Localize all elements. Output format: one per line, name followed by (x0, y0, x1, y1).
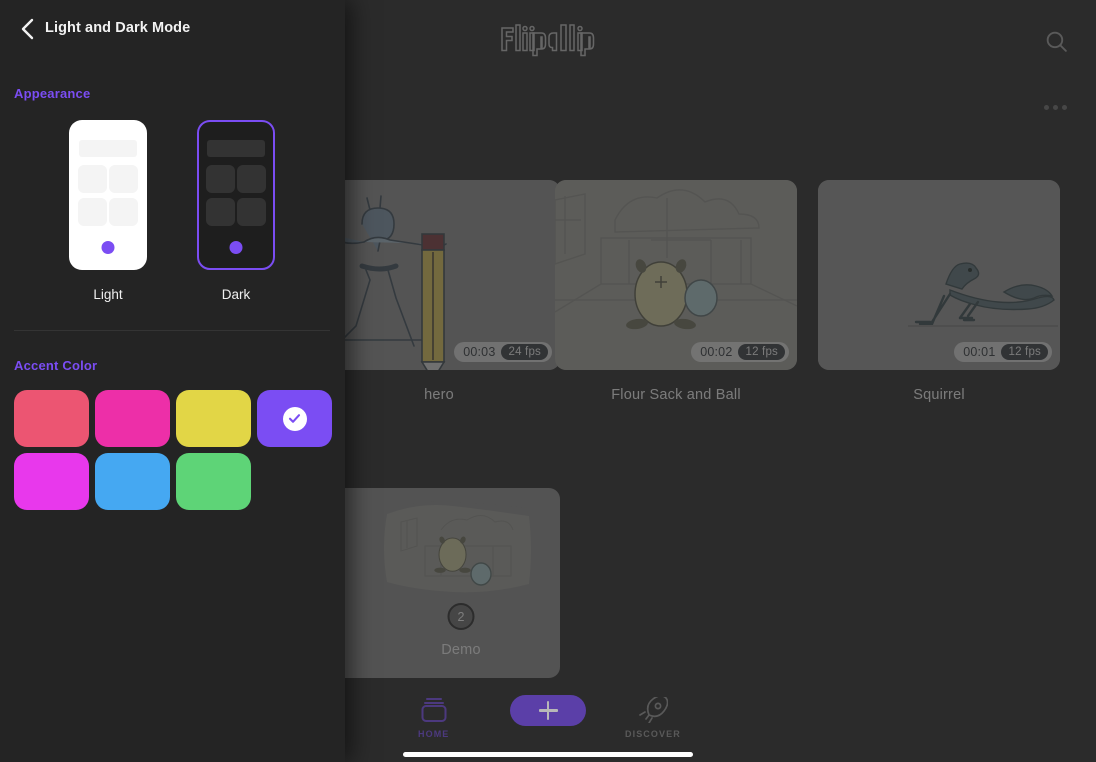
preview-tile (206, 198, 235, 226)
dark-theme-preview (197, 120, 275, 270)
stacked-cards-icon (421, 698, 447, 722)
accent-swatch-3[interactable] (257, 390, 332, 447)
project-fps: 24 fps (501, 344, 548, 360)
project-thumbnail: 00:03 24 fps (318, 180, 560, 370)
section-divider (14, 330, 330, 331)
accent-swatch-4[interactable] (14, 453, 89, 510)
project-thumbnail: 00:02 12 fps (555, 180, 797, 370)
theme-option-light[interactable]: Light (52, 120, 164, 302)
page-title: Light and Dark Mode (45, 20, 191, 36)
project-folder-demo[interactable]: 2 Demo (340, 488, 582, 658)
preview-tile (109, 198, 138, 226)
search-icon[interactable] (1044, 29, 1069, 54)
preview-tile (237, 165, 266, 193)
accent-swatch-5[interactable] (95, 453, 170, 510)
plus-icon (538, 701, 558, 720)
accent-swatch-2[interactable] (176, 390, 251, 447)
home-indicator (403, 752, 693, 757)
project-duration: 00:01 (963, 345, 996, 359)
theme-option-dark[interactable]: Dark (180, 120, 292, 302)
more-options-icon[interactable] (1044, 105, 1067, 110)
preview-tile (78, 165, 107, 193)
project-meta-badge: 00:03 24 fps (454, 342, 552, 362)
project-fps: 12 fps (738, 344, 785, 360)
rocket-icon (639, 697, 668, 723)
preview-accent-dot (229, 241, 243, 254)
project-title: Flour Sack and Ball (611, 387, 741, 403)
accent-color-section-label: Accent Color (14, 358, 98, 373)
project-card-hero[interactable]: 00:03 24 fps hero (318, 180, 560, 403)
preview-tile (206, 165, 235, 193)
panel-header: Light and Dark Mode (0, 0, 345, 58)
preview-tile (78, 198, 107, 226)
nav-label-discover: DISCOVER (625, 729, 681, 739)
flipaclip-logo (497, 18, 601, 62)
project-card-flour-sack-and-ball[interactable]: 00:02 12 fps Flour Sack and Ball (555, 180, 797, 403)
appearance-section-label: Appearance (14, 86, 91, 101)
preview-header-bar (79, 140, 137, 157)
nav-label-home: HOME (418, 729, 450, 739)
preview-tile (237, 198, 266, 226)
folder-count-badge: 2 (447, 603, 475, 630)
light-theme-preview (69, 120, 147, 270)
back-button[interactable] (14, 15, 42, 43)
project-meta-badge: 00:02 12 fps (691, 342, 789, 362)
preview-tile (109, 165, 138, 193)
accent-swatch-1[interactable] (95, 390, 170, 447)
preview-header-bar (207, 140, 265, 157)
project-duration: 00:03 (463, 345, 496, 359)
theme-option-label: Light (93, 287, 123, 302)
selected-check-icon (282, 406, 307, 431)
project-meta-badge: 00:01 12 fps (954, 342, 1052, 362)
app-screen: 00:03 24 fps hero 00:02 12 fps Flour Sac… (0, 0, 1096, 762)
project-thumbnail: 00:01 12 fps (818, 180, 1060, 370)
accent-swatch-6[interactable] (176, 453, 251, 510)
preview-accent-dot (101, 241, 115, 254)
project-fps: 12 fps (1001, 344, 1048, 360)
folder-stack: 2 (381, 488, 541, 630)
project-title: Squirrel (913, 387, 965, 403)
accent-swatch-0[interactable] (14, 390, 89, 447)
create-project-button[interactable] (510, 695, 586, 726)
theme-option-label: Dark (221, 287, 251, 302)
nav-item-discover[interactable]: DISCOVER (625, 697, 681, 739)
chevron-left-icon (21, 18, 34, 40)
light-and-dark-mode-panel: Light and Dark Mode Appearance Light Dar… (0, 0, 345, 762)
project-title: Demo (441, 642, 481, 658)
nav-item-home[interactable]: HOME (418, 697, 449, 739)
project-card-squirrel[interactable]: 00:01 12 fps Squirrel (818, 180, 1060, 403)
project-duration: 00:02 (700, 345, 733, 359)
project-title: hero (424, 387, 454, 403)
accent-color-grid (14, 390, 332, 510)
